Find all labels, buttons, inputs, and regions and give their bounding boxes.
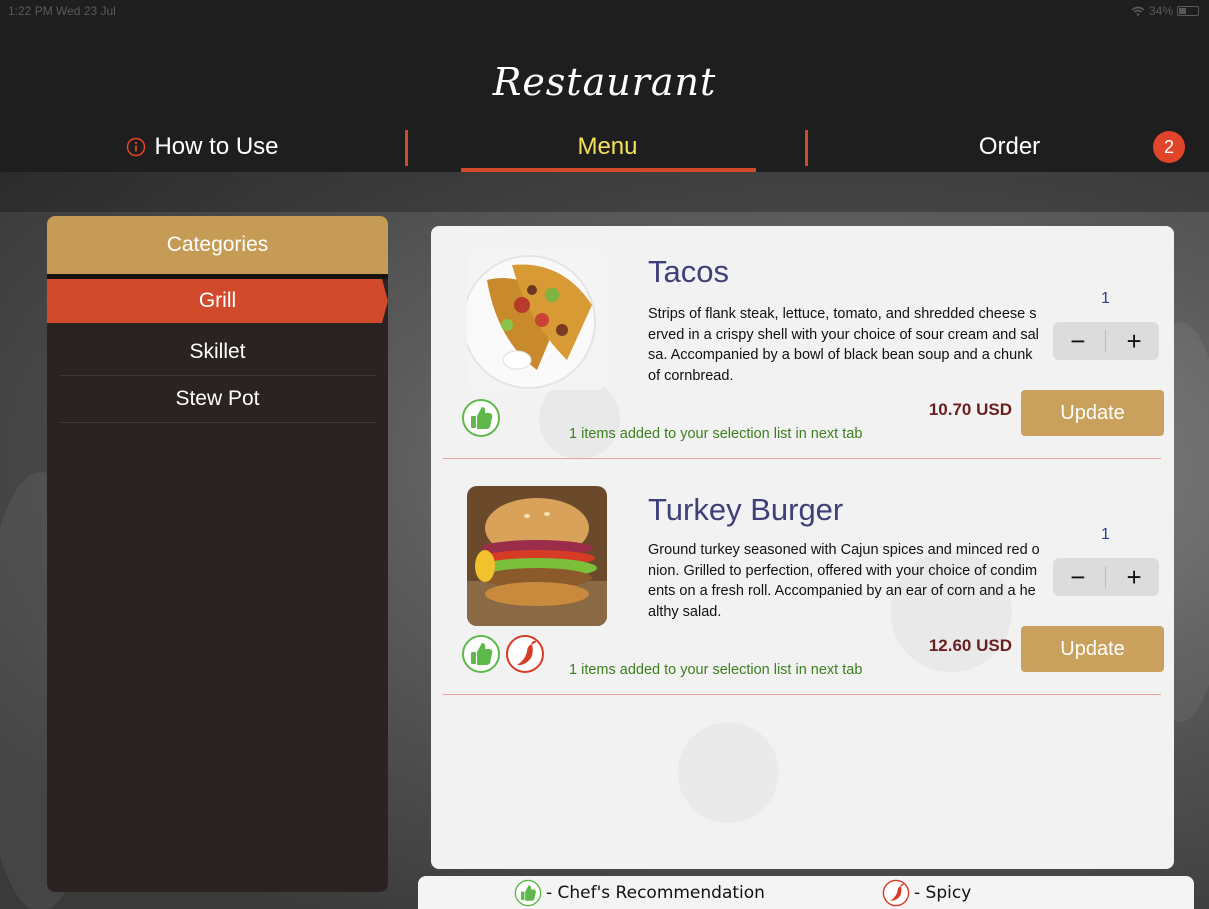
tab-order[interactable]: Order 2 <box>810 124 1209 170</box>
legend-bar: - Chef's Recommendation - Spicy <box>418 876 1194 909</box>
brand-logo: Restaurant <box>492 60 717 104</box>
quantity-stepper: − + <box>1053 322 1159 360</box>
app-header: Restaurant How to Use Menu Order 2 <box>0 22 1209 172</box>
tab-menu-label: Menu <box>577 133 638 160</box>
tab-bar: How to Use Menu Order 2 <box>0 124 1209 172</box>
item-description: Ground turkey seasoned with Cajun spices… <box>648 542 1040 620</box>
tacos-image <box>467 250 607 390</box>
item-price: 10.70 USD <box>928 400 1012 419</box>
category-item-stew-pot[interactable]: Stew Pot <box>59 376 376 423</box>
legend-spicy-label: - Spicy <box>914 882 972 903</box>
item-badges <box>461 634 545 674</box>
thumb-icon <box>462 635 500 673</box>
item-badges <box>461 398 501 438</box>
turkey-burger-image <box>467 486 607 626</box>
quantity-value: 1 <box>1101 290 1110 307</box>
order-count-badge: 2 <box>1153 131 1185 163</box>
legend-chef-label: - Chef's Recommendation <box>546 882 765 903</box>
info-icon <box>127 137 146 157</box>
increment-button[interactable]: + <box>1112 322 1156 360</box>
quantity-value: 1 <box>1101 526 1110 543</box>
item-description: Strips of flank steak, lettuce, tomato, … <box>648 306 1039 384</box>
quantity-stepper: − + <box>1053 558 1159 596</box>
thumb-icon <box>514 879 542 906</box>
categories-title: Categories <box>47 216 388 279</box>
battery-icon <box>1177 6 1199 16</box>
added-note: 1 items added to your selection list in … <box>569 662 863 678</box>
tab-order-label: Order <box>978 133 1041 160</box>
decrement-button[interactable]: − <box>1056 322 1100 360</box>
item-name: Turkey Burger <box>648 492 844 527</box>
status-time: 1:22 PM Wed 23 Jul <box>8 4 116 18</box>
battery-percent: 34% <box>1148 4 1173 18</box>
update-button[interactable]: Update <box>1021 626 1164 672</box>
update-button[interactable]: Update <box>1021 390 1164 436</box>
decrement-button[interactable]: − <box>1056 558 1100 596</box>
legend-chef-recommendation: - Chef's Recommendation <box>514 879 765 907</box>
categories-panel: Categories Grill Skillet Stew Pot <box>47 216 388 892</box>
tab-menu[interactable]: Menu <box>410 124 805 170</box>
menu-items-card: Tacos Strips of flank steak, lettuce, to… <box>431 226 1174 869</box>
item-price: 12.60 USD <box>928 636 1012 655</box>
legend-spicy: - Spicy <box>882 879 971 907</box>
chili-icon <box>882 879 910 906</box>
wifi-icon <box>1131 6 1145 16</box>
added-note: 1 items added to your selection list in … <box>569 426 863 442</box>
status-bar: 1:22 PM Wed 23 Jul 34% <box>0 0 1209 22</box>
tab-how-to-use[interactable]: How to Use <box>0 124 405 170</box>
increment-button[interactable]: + <box>1112 558 1156 596</box>
menu-item: Tacos Strips of flank steak, lettuce, to… <box>431 226 1174 462</box>
tab-separator <box>805 130 808 166</box>
menu-item: Turkey Burger Ground turkey seasoned wit… <box>431 462 1174 698</box>
item-divider <box>443 458 1161 459</box>
category-item-skillet[interactable]: Skillet <box>59 329 376 376</box>
chili-icon <box>506 635 544 673</box>
item-divider <box>443 694 1161 695</box>
category-item-grill[interactable]: Grill <box>47 279 388 323</box>
tab-separator <box>405 130 408 166</box>
item-name: Tacos <box>648 254 729 289</box>
thumb-icon <box>462 399 500 437</box>
tab-how-to-use-label: How to Use <box>154 133 279 160</box>
